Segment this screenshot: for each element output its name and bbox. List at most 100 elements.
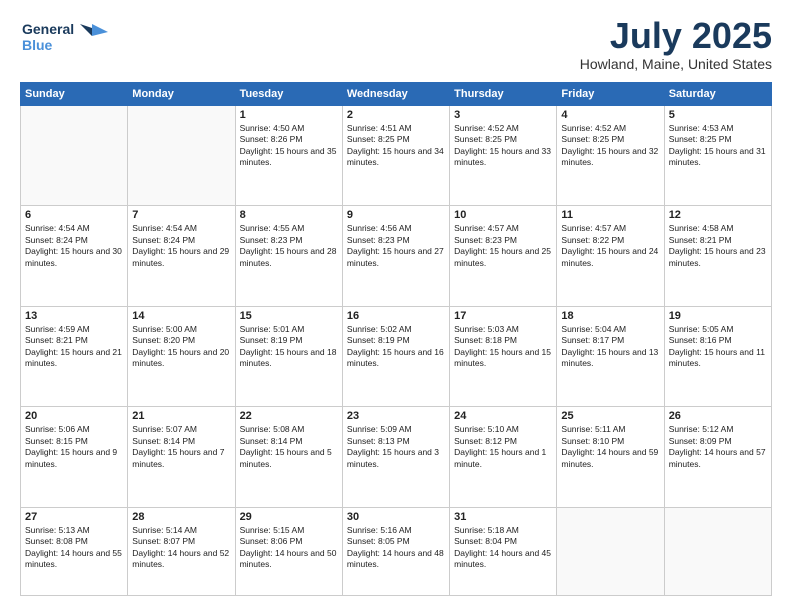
day-number: 11 <box>561 209 659 221</box>
day-number: 1 <box>240 109 338 121</box>
cell-info: Sunrise: 4:54 AMSunset: 8:24 PMDaylight:… <box>132 223 230 269</box>
cell-info: Sunrise: 4:52 AMSunset: 8:25 PMDaylight:… <box>454 123 552 169</box>
col-friday: Friday <box>557 82 664 105</box>
cell-info: Sunrise: 4:59 AMSunset: 8:21 PMDaylight:… <box>25 324 123 370</box>
cell-info: Sunrise: 5:10 AMSunset: 8:12 PMDaylight:… <box>454 424 552 470</box>
day-number: 6 <box>25 209 123 221</box>
cell-info: Sunrise: 5:05 AMSunset: 8:16 PMDaylight:… <box>669 324 767 370</box>
week-row-3: 13 Sunrise: 4:59 AMSunset: 8:21 PMDayligh… <box>21 306 772 407</box>
svg-text:Blue: Blue <box>22 37 53 53</box>
calendar-cell: 10 Sunrise: 4:57 AMSunset: 8:23 PMDayligh… <box>450 206 557 307</box>
calendar-cell: 17Sunrise: 5:03 AMSunset: 8:18 PMDayligh… <box>450 306 557 407</box>
calendar-cell <box>664 507 771 595</box>
cell-info: Sunrise: 5:11 AMSunset: 8:10 PMDaylight:… <box>561 424 659 470</box>
cell-info: Sunrise: 4:56 AMSunset: 8:23 PMDaylight:… <box>347 223 445 269</box>
calendar-cell: 16Sunrise: 5:02 AMSunset: 8:19 PMDayligh… <box>342 306 449 407</box>
day-number: 5 <box>669 109 767 121</box>
calendar-cell: 30Sunrise: 5:16 AMSunset: 8:05 PMDayligh… <box>342 507 449 595</box>
day-number: 14 <box>132 310 230 322</box>
calendar-cell: 3 Sunrise: 4:52 AMSunset: 8:25 PMDaylight… <box>450 105 557 206</box>
day-number: 3 <box>454 109 552 121</box>
calendar-cell: 25 Sunrise: 5:11 AMSunset: 8:10 PMDayligh… <box>557 407 664 508</box>
day-number: 4 <box>561 109 659 121</box>
col-monday: Monday <box>128 82 235 105</box>
logo-svg: General Blue <box>20 16 110 56</box>
day-number: 18 <box>561 310 659 322</box>
day-number: 10 <box>454 209 552 221</box>
calendar-cell: 11 Sunrise: 4:57 AMSunset: 8:22 PMDayligh… <box>557 206 664 307</box>
calendar-cell <box>128 105 235 206</box>
location: Howland, Maine, United States <box>580 56 772 72</box>
calendar-cell: 24 Sunrise: 5:10 AMSunset: 8:12 PMDayligh… <box>450 407 557 508</box>
cell-info: Sunrise: 4:51 AMSunset: 8:25 PMDaylight:… <box>347 123 445 169</box>
calendar-cell: 7Sunrise: 4:54 AMSunset: 8:24 PMDaylight… <box>128 206 235 307</box>
logo: General Blue <box>20 16 110 61</box>
col-tuesday: Tuesday <box>235 82 342 105</box>
cell-info: Sunrise: 5:18 AMSunset: 8:04 PMDaylight:… <box>454 525 552 571</box>
calendar-cell: 9Sunrise: 4:56 AMSunset: 8:23 PMDaylight… <box>342 206 449 307</box>
calendar-cell <box>557 507 664 595</box>
day-number: 2 <box>347 109 445 121</box>
day-number: 27 <box>25 511 123 523</box>
calendar-cell: 8Sunrise: 4:55 AMSunset: 8:23 PMDaylight… <box>235 206 342 307</box>
cell-info: Sunrise: 4:53 AMSunset: 8:25 PMDaylight:… <box>669 123 767 169</box>
calendar-cell: 22 Sunrise: 5:08 AMSunset: 8:14 PMDayligh… <box>235 407 342 508</box>
cell-info: Sunrise: 5:08 AMSunset: 8:14 PMDaylight:… <box>240 424 338 470</box>
calendar-cell: 4Sunrise: 4:52 AMSunset: 8:25 PMDaylight… <box>557 105 664 206</box>
day-number: 21 <box>132 410 230 422</box>
cell-info: Sunrise: 4:50 AMSunset: 8:26 PMDaylight:… <box>240 123 338 169</box>
cell-info: Sunrise: 5:04 AMSunset: 8:17 PMDaylight:… <box>561 324 659 370</box>
calendar-cell <box>21 105 128 206</box>
title-block: July 2025 Howland, Maine, United States <box>580 16 772 72</box>
col-saturday: Saturday <box>664 82 771 105</box>
calendar-cell: 27 Sunrise: 5:13 AMSunset: 8:08 PMDayligh… <box>21 507 128 595</box>
cell-info: Sunrise: 5:15 AMSunset: 8:06 PMDaylight:… <box>240 525 338 571</box>
cell-info: Sunrise: 5:13 AMSunset: 8:08 PMDaylight:… <box>25 525 123 571</box>
calendar-cell: 2 Sunrise: 4:51 AMSunset: 8:25 PMDaylight… <box>342 105 449 206</box>
month-title: July 2025 <box>580 16 772 56</box>
day-number: 22 <box>240 410 338 422</box>
calendar-cell: 1 Sunrise: 4:50 AMSunset: 8:26 PMDaylight… <box>235 105 342 206</box>
cell-info: Sunrise: 5:12 AMSunset: 8:09 PMDaylight:… <box>669 424 767 470</box>
cell-info: Sunrise: 5:14 AMSunset: 8:07 PMDaylight:… <box>132 525 230 571</box>
cell-info: Sunrise: 5:09 AMSunset: 8:13 PMDaylight:… <box>347 424 445 470</box>
week-row-4: 20Sunrise: 5:06 AMSunset: 8:15 PMDayligh… <box>21 407 772 508</box>
calendar-cell: 26 Sunrise: 5:12 AMSunset: 8:09 PMDayligh… <box>664 407 771 508</box>
day-number: 26 <box>669 410 767 422</box>
calendar-cell: 23 Sunrise: 5:09 AMSunset: 8:13 PMDayligh… <box>342 407 449 508</box>
cell-info: Sunrise: 5:03 AMSunset: 8:18 PMDaylight:… <box>454 324 552 370</box>
cell-info: Sunrise: 5:16 AMSunset: 8:05 PMDaylight:… <box>347 525 445 571</box>
day-number: 24 <box>454 410 552 422</box>
page: General Blue July 2025 Howland, Maine, U… <box>0 0 792 612</box>
cell-info: Sunrise: 4:58 AMSunset: 8:21 PMDaylight:… <box>669 223 767 269</box>
calendar-cell: 31Sunrise: 5:18 AMSunset: 8:04 PMDayligh… <box>450 507 557 595</box>
cell-info: Sunrise: 4:57 AMSunset: 8:23 PMDaylight:… <box>454 223 552 269</box>
week-row-5: 27 Sunrise: 5:13 AMSunset: 8:08 PMDayligh… <box>21 507 772 595</box>
day-number: 13 <box>25 310 123 322</box>
cell-info: Sunrise: 5:00 AMSunset: 8:20 PMDaylight:… <box>132 324 230 370</box>
calendar-cell: 6 Sunrise: 4:54 AMSunset: 8:24 PMDaylight… <box>21 206 128 307</box>
calendar-cell: 14 Sunrise: 5:00 AMSunset: 8:20 PMDayligh… <box>128 306 235 407</box>
calendar-cell: 28Sunrise: 5:14 AMSunset: 8:07 PMDayligh… <box>128 507 235 595</box>
week-row-1: 1 Sunrise: 4:50 AMSunset: 8:26 PMDaylight… <box>21 105 772 206</box>
week-row-2: 6 Sunrise: 4:54 AMSunset: 8:24 PMDaylight… <box>21 206 772 307</box>
calendar-cell: 18 Sunrise: 5:04 AMSunset: 8:17 PMDayligh… <box>557 306 664 407</box>
cell-info: Sunrise: 4:54 AMSunset: 8:24 PMDaylight:… <box>25 223 123 269</box>
day-number: 8 <box>240 209 338 221</box>
calendar-cell: 20Sunrise: 5:06 AMSunset: 8:15 PMDayligh… <box>21 407 128 508</box>
cell-info: Sunrise: 4:57 AMSunset: 8:22 PMDaylight:… <box>561 223 659 269</box>
day-number: 23 <box>347 410 445 422</box>
day-number: 20 <box>25 410 123 422</box>
day-number: 29 <box>240 511 338 523</box>
day-number: 19 <box>669 310 767 322</box>
col-wednesday: Wednesday <box>342 82 449 105</box>
calendar-cell: 13 Sunrise: 4:59 AMSunset: 8:21 PMDayligh… <box>21 306 128 407</box>
header: General Blue July 2025 Howland, Maine, U… <box>20 16 772 72</box>
cell-info: Sunrise: 5:07 AMSunset: 8:14 PMDaylight:… <box>132 424 230 470</box>
calendar-cell: 19 Sunrise: 5:05 AMSunset: 8:16 PMDayligh… <box>664 306 771 407</box>
day-number: 25 <box>561 410 659 422</box>
calendar-cell: 21 Sunrise: 5:07 AMSunset: 8:14 PMDayligh… <box>128 407 235 508</box>
cell-info: Sunrise: 5:01 AMSunset: 8:19 PMDaylight:… <box>240 324 338 370</box>
calendar-cell: 12Sunrise: 4:58 AMSunset: 8:21 PMDayligh… <box>664 206 771 307</box>
calendar-cell: 29 Sunrise: 5:15 AMSunset: 8:06 PMDayligh… <box>235 507 342 595</box>
